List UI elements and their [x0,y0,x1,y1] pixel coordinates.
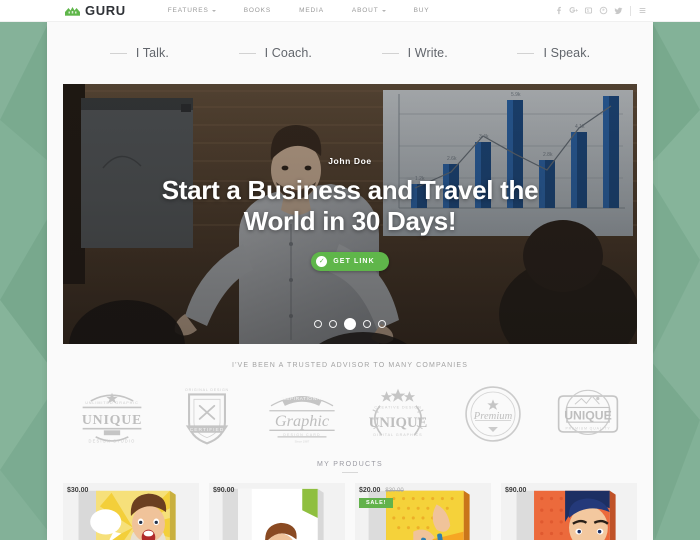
chevron-down-icon [381,9,386,12]
svg-text:UNIQUE: UNIQUE [368,415,427,431]
twitter-icon[interactable] [611,3,626,18]
tagline-talk: I Talk. [109,46,169,60]
badge-creative-design-unique: CREATIVE DESIGN UNIQUE DIGITAL GRAPHICS [368,388,427,437]
tagline-row: I Talk. I Coach. I Write. I Speak. [47,22,653,84]
product-grid: $30.00 $90.00 $20.00 $30.00 SALE! $90.00 [47,473,653,540]
social-links [551,3,650,18]
tagline-label: I Speak. [543,46,591,60]
svg-text:Since 1987: Since 1987 [295,440,310,444]
dash-icon [517,52,535,54]
nav-label: BUY [413,7,430,14]
svg-text:PREMIUM QUALITY: PREMIUM QUALITY [565,427,610,431]
nav-label: BOOKS [243,7,272,14]
price-current: $30.00 [67,487,89,494]
nav-item-features[interactable]: FEATURES [154,7,230,14]
badge-premium: Premium [465,386,521,442]
site-header: GURU FEATURES BOOKS MEDIA ABOUT BUY [0,0,700,22]
badge-inspirational-graphic: INSPIRATIONAL Graphic DESIGN CARD Since … [269,396,336,444]
slider-dot-4[interactable] [363,320,371,328]
svg-text:Premium: Premium [473,411,513,422]
price-current: $20.00 [359,487,381,494]
svg-text:UNLIMITED GRAPHIC: UNLIMITED GRAPHIC [85,401,139,405]
tagline-speak: I Speak. [517,46,590,60]
tagline-write: I Write. [381,46,448,60]
svg-text:Graphic: Graphic [275,411,330,430]
dash-icon [109,52,127,54]
slider-pagination [63,318,637,330]
slider-dot-5[interactable] [378,320,386,328]
pinterest-icon[interactable] [596,3,611,18]
tagline-label: I Write. [407,46,448,60]
price-original: $30.00 [385,488,404,494]
site-logo[interactable]: GURU [64,4,126,17]
facebook-icon[interactable] [551,3,566,18]
product-price-3: $20.00 $30.00 [359,487,404,494]
svg-text:CREATIVE DESIGN: CREATIVE DESIGN [374,405,421,409]
hero-title: Start a Business and Travel the World in… [161,175,539,236]
svg-text:INSPIRATIONAL: INSPIRATIONAL [281,396,324,402]
nav-item-about[interactable]: ABOUT [338,7,400,14]
svg-text:DESIGN STUDIO: DESIGN STUDIO [89,439,136,444]
page-container: I Talk. I Coach. I Write. I Speak. John … [47,22,653,540]
nav-item-media[interactable]: MEDIA [285,7,338,14]
products-title: MY PRODUCTS [317,461,383,468]
dash-icon [381,52,399,54]
nav-label: ABOUT [351,7,379,14]
price-current: $90.00 [213,487,235,494]
badge-shield-certified: CERTIFIED ORIGINAL DESIGN [185,388,229,445]
slider-dot-3-active[interactable] [344,318,356,330]
product-price-1: $30.00 [67,487,88,494]
tagline-label: I Coach. [264,46,312,60]
badge-unique-outline: UNIQUE PREMIUM QUALITY [557,389,619,435]
trusted-advisor-title: I'VE BEEN A TRUSTED ADVISOR TO MANY COMP… [231,362,469,369]
slider-dot-2[interactable] [329,320,337,328]
svg-text:DESIGN CARD: DESIGN CARD [284,433,321,437]
get-link-label: GET LINK [333,258,375,266]
product-price-4: $90.00 [505,487,526,494]
trusted-advisor-section: I'VE BEEN A TRUSTED ADVISOR TO MANY COMP… [47,344,653,445]
product-card-3[interactable]: $20.00 $30.00 SALE! [355,483,491,540]
nav-label: MEDIA [299,7,324,14]
product-card-1[interactable]: $30.00 [63,483,199,540]
products-header: MY PRODUCTS [47,445,653,473]
sale-badge: SALE! [359,498,393,508]
badge-unique-design-studio: UNIQUE DESIGN STUDIO UNLIMITED GRAPHIC [82,392,142,444]
product-card-2[interactable]: $90.00 [209,483,345,540]
svg-text:CERTIFIED: CERTIFIED [190,427,224,433]
product-price-2: $90.00 [213,487,234,494]
slider-dot-1[interactable] [314,320,322,328]
social-divider [630,5,631,16]
main-navigation: FEATURES BOOKS MEDIA ABOUT BUY [154,7,444,14]
product-card-4[interactable]: $90.00 [501,483,637,540]
svg-text:UNIQUE: UNIQUE [564,409,612,423]
price-current: $90.00 [505,487,527,494]
nav-item-buy[interactable]: BUY [400,7,444,14]
tagline-coach: I Coach. [238,46,312,60]
menu-list-icon[interactable] [635,3,650,18]
hero-subtitle: John Doe [328,156,372,166]
client-badges: UNIQUE DESIGN STUDIO UNLIMITED GRAPHIC C… [47,369,653,445]
hero-content: John Doe Start a Business and Travel the… [63,156,637,272]
svg-text:ORIGINAL DESIGN: ORIGINAL DESIGN [185,388,229,392]
tagline-label: I Talk. [135,46,169,60]
svg-text:UNIQUE: UNIQUE [82,412,142,427]
behance-icon[interactable] [581,3,596,18]
logo-text: GURU [85,3,126,18]
google-plus-icon[interactable] [566,3,581,18]
hero-slider[interactable]: 1.2k2.6k 3.4k5.9k 2.8k4.1k [63,84,637,344]
mountain-crown-icon [65,7,80,16]
chevron-down-icon [211,9,216,12]
get-link-button[interactable]: ✓ GET LINK [311,252,389,272]
svg-text:DIGITAL GRAPHICS: DIGITAL GRAPHICS [373,433,422,437]
check-circle-icon: ✓ [316,256,328,268]
nav-label: FEATURES [167,7,209,14]
nav-item-books[interactable]: BOOKS [230,7,285,14]
dash-icon [238,52,256,54]
